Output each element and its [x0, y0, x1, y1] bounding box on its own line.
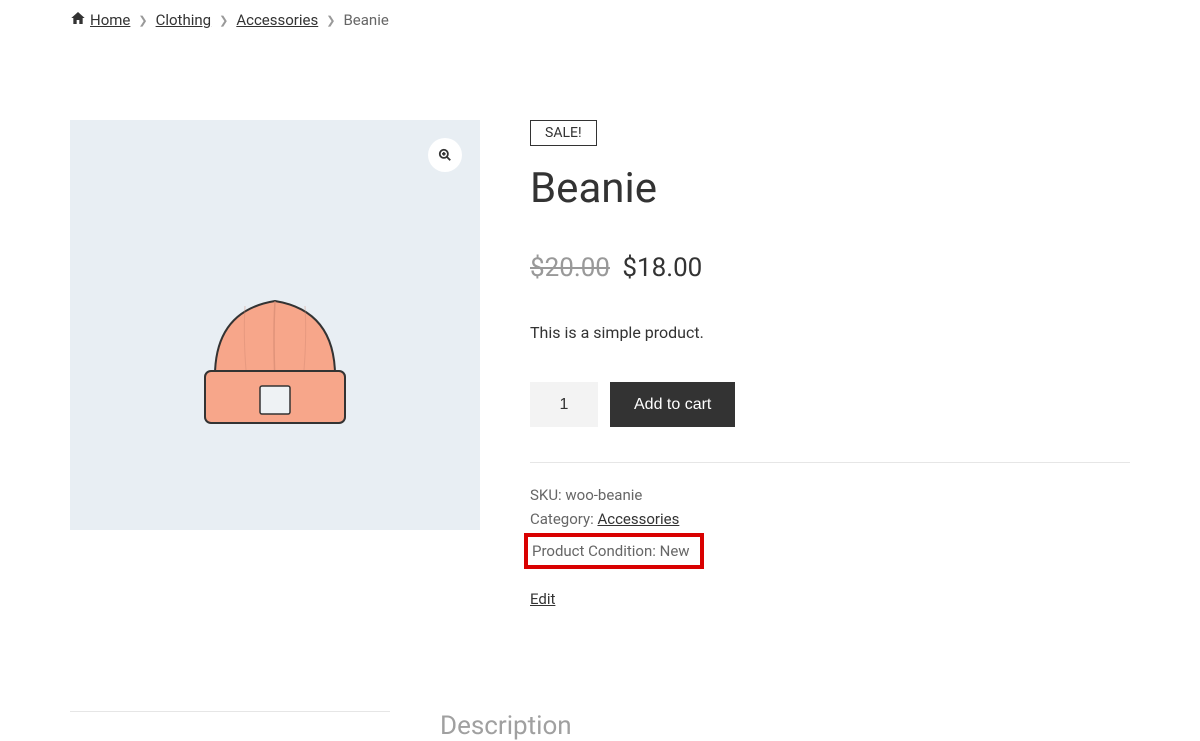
category-link[interactable]: Accessories: [597, 510, 679, 528]
breadcrumb-home-text: Home: [90, 11, 130, 29]
home-icon: [70, 10, 86, 30]
product-price: $20.00 $18.00: [530, 253, 1130, 283]
quantity-input[interactable]: [530, 382, 598, 427]
chevron-right-icon: ❯: [138, 14, 147, 27]
breadcrumb-clothing-link[interactable]: Clothing: [156, 11, 212, 29]
product-title: Beanie: [530, 164, 1130, 213]
sku-row: SKU: woo-beanie: [530, 483, 1130, 507]
breadcrumb: Home ❯ Clothing ❯ Accessories ❯ Beanie: [70, 0, 1130, 40]
zoom-icon[interactable]: [428, 138, 462, 172]
breadcrumb-home-link[interactable]: Home: [70, 10, 130, 30]
price-new: $18.00: [622, 253, 702, 283]
product-image[interactable]: [70, 120, 480, 530]
divider: [530, 462, 1130, 463]
condition-value: New: [660, 542, 690, 560]
sku-label: SKU:: [530, 486, 565, 504]
chevron-right-icon: ❯: [326, 14, 335, 27]
breadcrumb-accessories-link[interactable]: Accessories: [236, 11, 318, 29]
condition-label: Product Condition:: [532, 542, 660, 560]
add-to-cart-button[interactable]: Add to cart: [610, 382, 735, 427]
category-label: Category:: [530, 510, 597, 528]
condition-highlight: Product Condition: New: [524, 533, 704, 569]
description-heading: Description: [440, 711, 572, 741]
price-old: $20.00: [530, 253, 610, 283]
sku-value: woo-beanie: [565, 486, 642, 504]
breadcrumb-current: Beanie: [343, 11, 388, 29]
chevron-right-icon: ❯: [219, 14, 228, 27]
beanie-illustration: [175, 246, 375, 446]
sale-badge: SALE!: [530, 120, 597, 146]
divider: [70, 711, 390, 712]
short-description: This is a simple product.: [530, 323, 1130, 342]
edit-link[interactable]: Edit: [530, 587, 555, 611]
category-row: Category: Accessories: [530, 507, 1130, 531]
